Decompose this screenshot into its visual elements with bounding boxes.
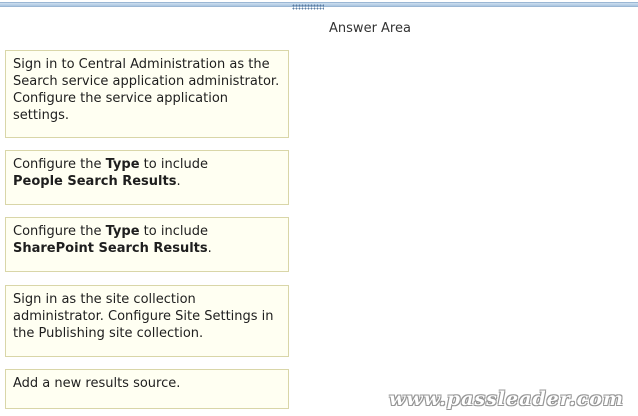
option-text: Sign in as the site collection administr…: [13, 292, 274, 341]
resize-grip-icon[interactable]: [292, 4, 324, 10]
option-text: Configure the: [13, 224, 106, 239]
option-text: Add a new results source.: [13, 376, 181, 391]
option-text-bold: Type: [105, 224, 140, 239]
option-text: to include: [139, 157, 208, 172]
option-box-5[interactable]: Add a new results source.: [5, 369, 289, 409]
option-text: .: [207, 241, 212, 256]
watermark-text: www.passleader.com: [389, 388, 624, 410]
option-text: .: [176, 174, 181, 189]
option-box-3[interactable]: Configure the Type to include SharePoint…: [5, 217, 289, 272]
option-text-bold: People Search Results: [13, 174, 177, 189]
option-box-2[interactable]: Configure the Type to include People Sea…: [5, 150, 289, 205]
option-text-bold: Type: [105, 157, 140, 172]
option-text: Configure the: [13, 157, 106, 172]
option-text: to include: [139, 224, 208, 239]
option-text: Sign in to Central Administration as the…: [13, 57, 280, 123]
answer-area-drop-zone[interactable]: [296, 40, 632, 410]
option-text-bold: SharePoint Search Results: [13, 241, 208, 256]
option-box-4[interactable]: Sign in as the site collection administr…: [5, 285, 289, 357]
option-box-1[interactable]: Sign in to Central Administration as the…: [5, 50, 289, 138]
answer-area-title: Answer Area: [329, 21, 411, 36]
